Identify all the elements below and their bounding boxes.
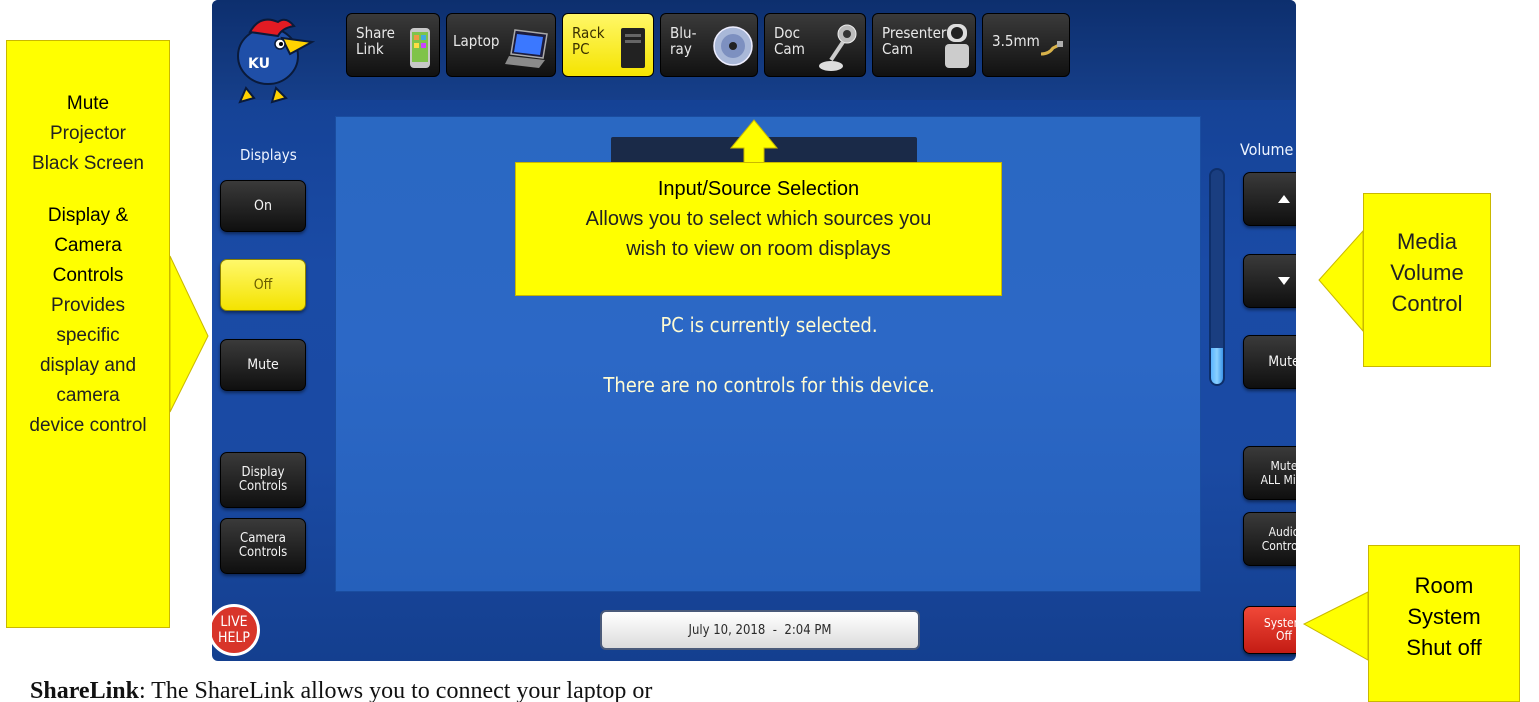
display-on-button[interactable]: On: [220, 180, 306, 232]
no-controls-message: There are no controls for this device.: [603, 373, 935, 397]
live-help-button[interactable]: LIVE HELP: [212, 604, 260, 656]
triangle-up-icon: [1278, 195, 1290, 203]
input-source-callout: Input/Source Selection Allows you to sel…: [515, 162, 1002, 296]
volume-level-fill: [1211, 347, 1223, 384]
audio-controls-button[interactable]: Audio Controls: [1243, 512, 1296, 566]
source-label: Rack PC: [572, 24, 605, 58]
caption-bold: ShareLink: [30, 678, 139, 702]
svg-text:KU: KU: [248, 56, 270, 72]
media-volume-callout: Media Volume Control: [1363, 193, 1491, 367]
callout-body: Provides specific display and camera dev…: [29, 295, 147, 436]
callout-title: Mute: [66, 93, 110, 114]
touch-panel: KU Share Link Laptop Rack PC Blu- ray Do…: [212, 0, 1296, 661]
source-bluray-button[interactable]: Blu- ray: [660, 13, 758, 77]
source-doc-cam-button[interactable]: Doc Cam: [764, 13, 866, 77]
source-3-5mm-button[interactable]: 3.5mm: [982, 13, 1070, 77]
volume-label: Volume: [1240, 140, 1294, 159]
source-label: Blu- ray: [670, 24, 697, 58]
media-callout-arrow: [1318, 229, 1364, 333]
jayhawk-logo: KU: [237, 18, 316, 104]
rack-pc-icon: [621, 28, 645, 68]
caption-text: : The ShareLink allows you to connect yo…: [138, 678, 653, 702]
triangle-down-icon: [1278, 277, 1290, 285]
volume-mute-button[interactable]: Mute: [1243, 335, 1296, 389]
displays-label: Displays: [240, 146, 297, 164]
phone-icon: [410, 28, 430, 68]
camera-controls-button[interactable]: Camera Controls: [220, 518, 306, 574]
source-label: Doc Cam: [774, 24, 805, 58]
mute-all-mics-button[interactable]: Mute ALL Mics: [1243, 446, 1296, 500]
date-time-display: July 10, 2018 - 2:04 PM: [600, 610, 920, 650]
audio-cable-icon: [1040, 41, 1063, 56]
left-callout-pointer: [169, 255, 209, 413]
source-share-link-button[interactable]: Share Link: [346, 13, 440, 77]
callout-body: Allows you to select which sources you w…: [585, 208, 932, 260]
laptop-icon: [505, 29, 548, 68]
doc-camera-icon: [819, 24, 857, 71]
room-shutoff-callout: Room System Shut off: [1368, 545, 1520, 702]
callout-title: Display & Camera Controls: [47, 205, 129, 286]
display-controls-button[interactable]: Display Controls: [220, 452, 306, 508]
callout-body: Projector Black Screen: [32, 123, 144, 174]
ptz-camera-icon: [945, 24, 969, 68]
sharelink-caption: ShareLink: The ShareLink allows you to c…: [30, 678, 652, 702]
source-laptop-button[interactable]: Laptop: [446, 13, 556, 77]
callout-body: Room System Shut off: [1406, 573, 1482, 660]
source-rack-pc-button[interactable]: Rack PC: [562, 13, 654, 77]
volume-slider[interactable]: [1209, 168, 1225, 386]
source-label: 3.5mm: [992, 32, 1040, 50]
volume-up-button[interactable]: [1243, 172, 1296, 226]
source-label: Share Link: [356, 24, 395, 58]
room-callout-arrow: [1302, 591, 1369, 661]
display-controls-callout: Mute Projector Black Screen Display & Ca…: [6, 40, 170, 628]
display-mute-button[interactable]: Mute: [220, 339, 306, 391]
source-presenter-cam-button[interactable]: Presenter Cam: [872, 13, 976, 77]
callout-body: Media Volume Control: [1390, 229, 1464, 316]
disc-icon: [713, 26, 753, 66]
selected-source-message: PC is currently selected.: [660, 313, 878, 337]
system-off-button[interactable]: System Off: [1243, 606, 1296, 654]
source-label: Presenter Cam: [882, 24, 947, 58]
callout-title: Input/Source Selection: [657, 178, 860, 200]
volume-down-button[interactable]: [1243, 254, 1296, 308]
display-off-button[interactable]: Off: [220, 259, 306, 311]
source-label: Laptop: [453, 32, 500, 50]
